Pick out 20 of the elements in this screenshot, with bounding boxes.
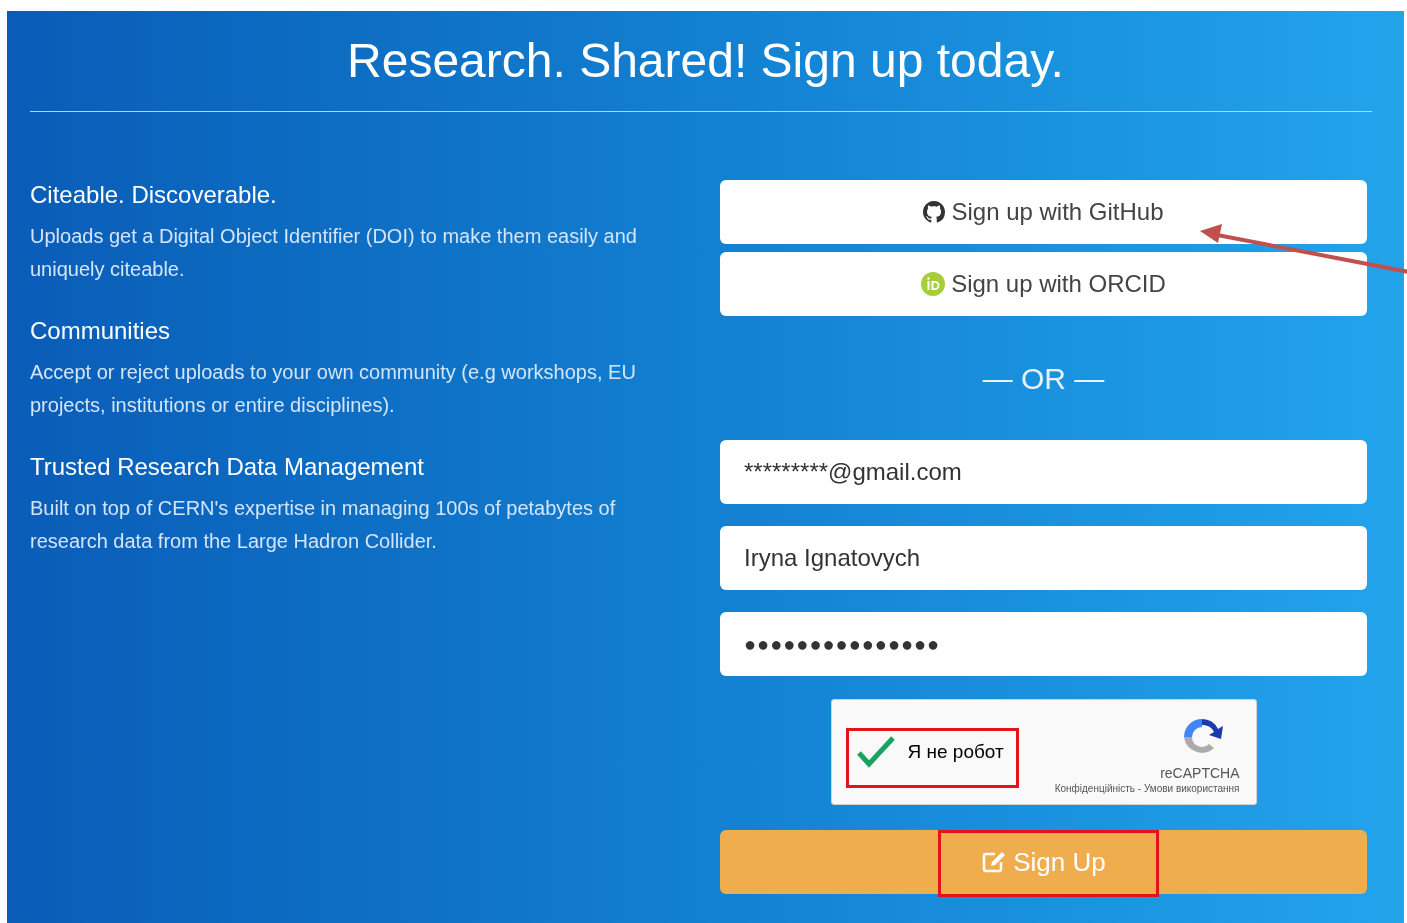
page-title: Research. Shared! Sign up today. (346, 33, 1065, 89)
github-icon (923, 201, 946, 223)
feature-description: Built on top of CERN's expertise in managing 100s of petabytes of research data from the Large Hadron Collider. (30, 496, 617, 554)
name-field[interactable]: Iryna Ignatovych (720, 526, 1367, 590)
sign-up-button[interactable]: Sign up with ORCID (720, 252, 1367, 316)
feature-heading: Communities (30, 316, 172, 346)
feature-heading: Trusted Research Data Management (30, 452, 425, 482)
email-field[interactable]: *********@gmail.com (720, 440, 1367, 504)
captcha-label: Я не робот (907, 739, 1004, 764)
feature-description: Accept or reject uploads to your own community (e.g workshops, EU projects, institutions or entire disciplines). (30, 360, 637, 418)
orcid-icon (921, 272, 946, 296)
captcha-brand: reCAPTCHA (1160, 765, 1240, 781)
sign-up-button[interactable]: Sign up with GitHub (720, 180, 1367, 244)
feature-description: Uploads get a Digital Object Identifier (DOI) to make them easily and uniquely citeable. (30, 224, 638, 282)
password-field[interactable]: ●●●●●●●●●●●●●●● (720, 612, 1367, 676)
separator-label: — OR — (982, 360, 1105, 397)
captcha-checkbox[interactable] (855, 735, 896, 769)
edit-icon (981, 850, 1008, 874)
feature-heading: Citeable. Discoverable. (30, 180, 278, 210)
captcha-links[interactable]: Конфіденційність - Умови використання (1054, 781, 1240, 796)
